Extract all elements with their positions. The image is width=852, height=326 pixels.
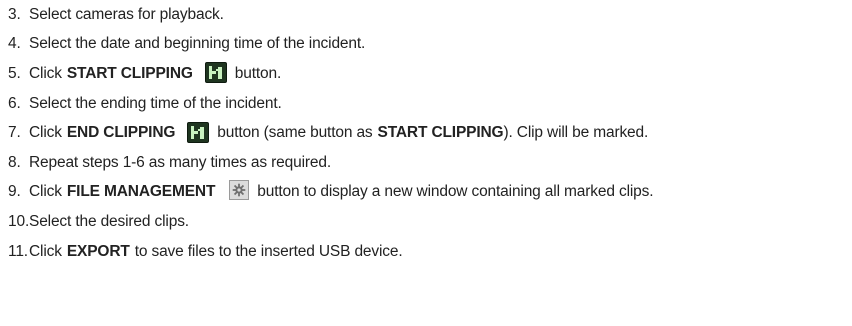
step-number: 10. [8, 212, 30, 230]
step-text: Select the date and beginning time of th… [29, 35, 366, 53]
step-number: 6. [8, 94, 21, 112]
clip-marker-icon [187, 121, 210, 143]
step-10: 10. Select the desired clips. [8, 207, 848, 237]
step-text-suffix: button to display a new window containin… [257, 183, 654, 201]
step-text-prefix: Click [29, 242, 62, 260]
clip-marker-icon [204, 62, 227, 84]
end-clipping-label: END CLIPPING [66, 124, 176, 142]
step-11: 11. Click EXPORT to save files to the in… [8, 237, 848, 267]
step-9: 9. Click FILE MANAGEMENT button to displ… [8, 178, 848, 208]
step-number: 9. [8, 183, 21, 201]
gear-icon [229, 180, 250, 201]
file-management-label: FILE MANAGEMENT [66, 183, 216, 201]
step-text: Repeat steps 1-6 as many times as requir… [29, 153, 331, 171]
step-text-prefix: Click [29, 124, 62, 142]
step-number: 5. [8, 64, 21, 82]
step-text-suffix: to save files to the inserted USB device… [134, 242, 403, 260]
step-number: 8. [8, 153, 21, 171]
start-clipping-label: START CLIPPING [66, 64, 193, 82]
step-number: 3. [8, 5, 21, 23]
step-text-suffix: button. [234, 64, 282, 82]
step-text-prefix: Click [29, 64, 62, 82]
step-text: Select cameras for playback. [29, 5, 224, 23]
step-text-suffix: ). Clip will be marked. [503, 124, 649, 142]
step-number: 11. [8, 242, 28, 260]
step-text: Select the ending time of the incident. [29, 94, 282, 112]
step-8: 8. Repeat steps 1-6 as many times as req… [8, 148, 848, 178]
step-5: 5. Click START CLIPPING button. [8, 59, 848, 89]
step-text: Select the desired clips. [29, 212, 189, 230]
step-3: 3. Select cameras for playback. [8, 0, 848, 30]
step-number: 7. [8, 124, 21, 142]
step-text-middle: button (same button as [217, 124, 373, 142]
instruction-steps-list: 3. Select cameras for playback. 4. Selec… [8, 0, 848, 266]
step-text-prefix: Click [29, 183, 62, 201]
export-label: EXPORT [66, 242, 130, 260]
step-6: 6. Select the ending time of the inciden… [8, 89, 848, 119]
step-7: 7. Click END CLIPPING button (same butto… [8, 118, 848, 148]
step-4: 4. Select the date and beginning time of… [8, 30, 848, 60]
start-clipping-label: START CLIPPING [377, 124, 504, 142]
step-number: 4. [8, 35, 21, 53]
